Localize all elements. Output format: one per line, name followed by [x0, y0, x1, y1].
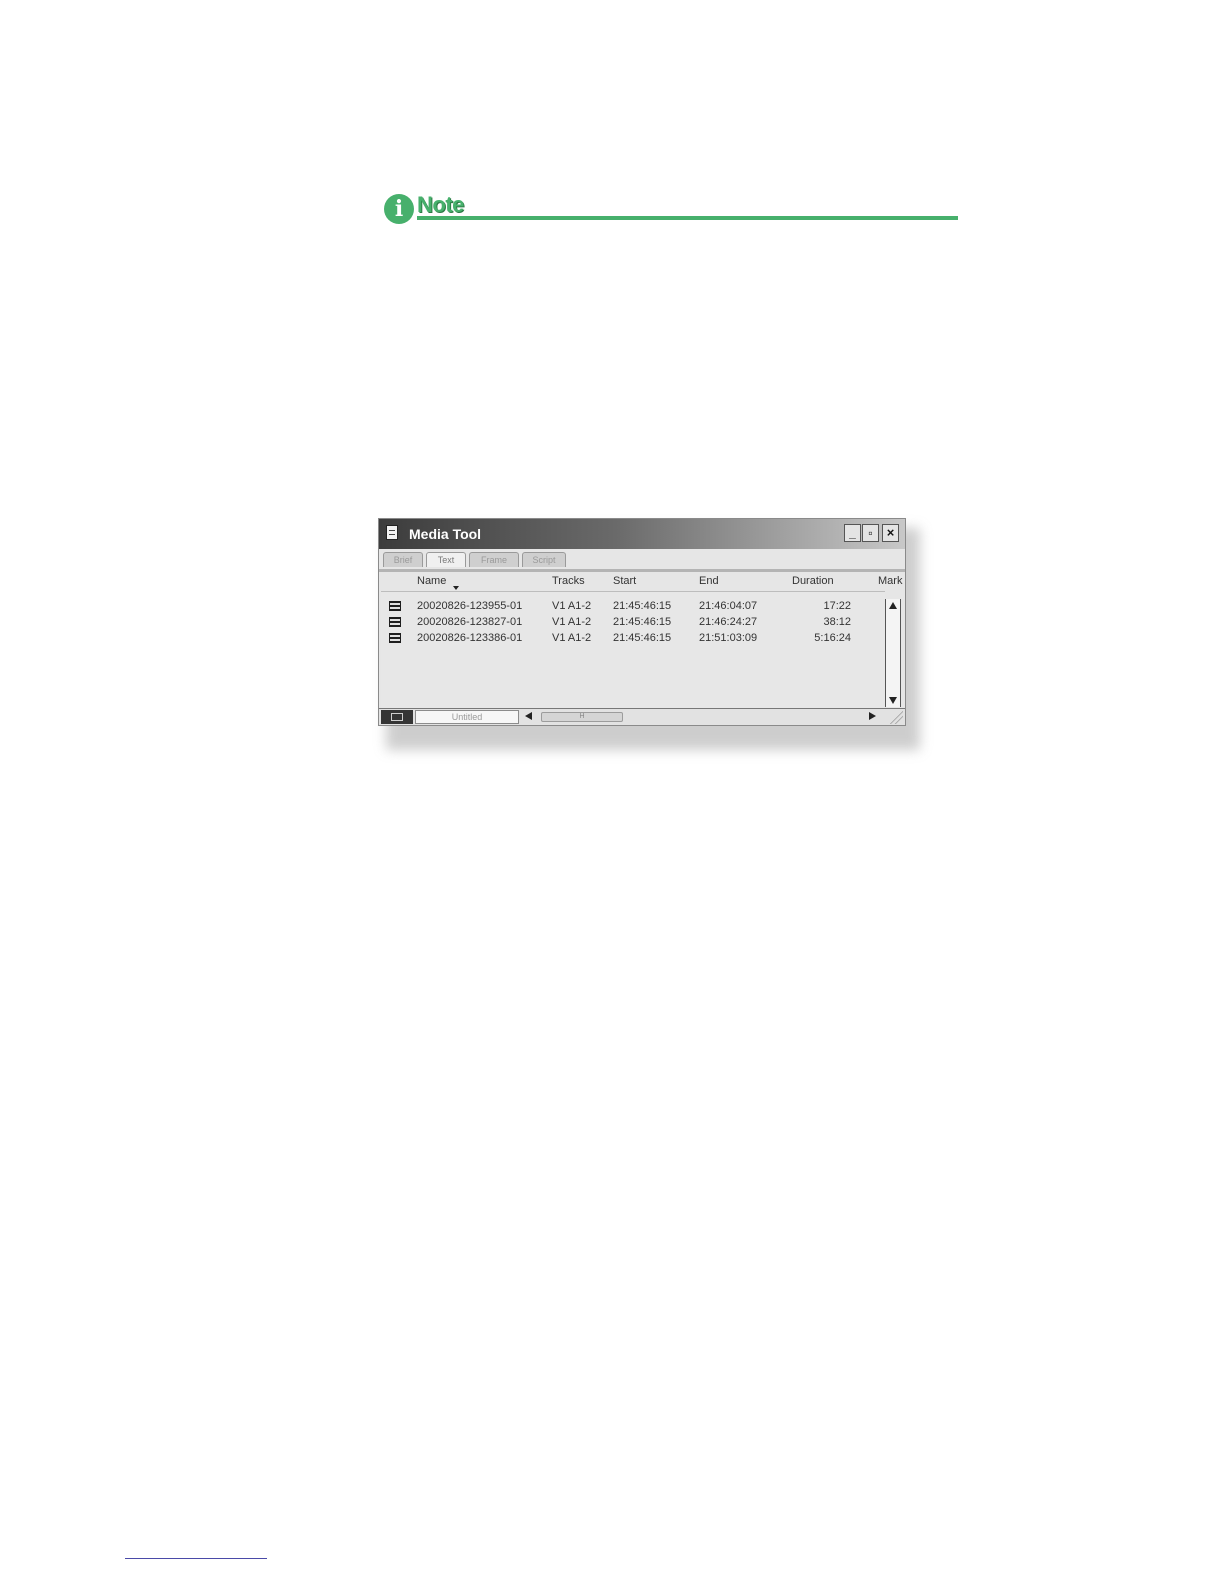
- cell-tracks: V1 A1-2: [552, 632, 592, 644]
- tab-script[interactable]: Script: [522, 552, 566, 567]
- note-rule: [417, 216, 958, 220]
- cell-end: 21:46:04:07: [699, 600, 758, 612]
- scroll-left-arrow-icon[interactable]: [525, 712, 532, 720]
- cell-tracks: V1 A1-2: [552, 616, 592, 628]
- cell-duration: 5:16:24: [814, 632, 851, 644]
- note-header: i Note: [384, 192, 958, 226]
- clip-icon: [389, 617, 401, 627]
- minimize-button[interactable]: _: [844, 524, 861, 542]
- tab-divider: [379, 569, 905, 572]
- media-tool-window: Media Tool _ ▫ × Brief Text Frame Script…: [378, 518, 906, 726]
- column-header-name[interactable]: Name: [417, 575, 446, 587]
- footnote-rule: [125, 1558, 267, 1559]
- table-row[interactable]: 20020826-123827-01 V1 A1-2 21:45:46:15 2…: [381, 614, 885, 630]
- cell-end: 21:46:24:27: [699, 616, 758, 628]
- cell-name: 20020826-123827-01: [417, 616, 523, 628]
- cell-start: 21:45:46:15: [613, 600, 672, 612]
- frame-view-icon: [391, 713, 403, 721]
- column-header-duration[interactable]: Duration: [792, 575, 834, 587]
- window-title: Media Tool: [409, 526, 482, 542]
- column-header-mark[interactable]: Mark: [878, 575, 904, 587]
- vertical-scrollbar[interactable]: [885, 599, 901, 707]
- table-row[interactable]: 20020826-123955-01 V1 A1-2 21:45:46:15 2…: [381, 598, 885, 614]
- sort-indicator-icon: [453, 586, 459, 590]
- clip-icon: [389, 601, 401, 611]
- tab-text[interactable]: Text: [426, 552, 466, 567]
- bin-view-button[interactable]: [381, 710, 413, 724]
- cell-duration: 17:22: [823, 600, 851, 612]
- cell-start: 21:45:46:15: [613, 616, 672, 628]
- document-icon: [386, 525, 398, 540]
- tab-brief[interactable]: Brief: [383, 552, 423, 567]
- column-header-row: Name Tracks Start End Duration Mark: [379, 573, 905, 590]
- column-header-tracks[interactable]: Tracks: [552, 575, 585, 587]
- cell-tracks: V1 A1-2: [552, 600, 592, 612]
- resize-grip-icon[interactable]: [889, 711, 903, 724]
- cell-start: 21:45:46:15: [613, 632, 672, 644]
- scroll-right-arrow-icon[interactable]: [869, 712, 876, 720]
- column-header-start[interactable]: Start: [613, 575, 636, 587]
- clip-icon: [389, 633, 401, 643]
- bin-name-field[interactable]: Untitled: [415, 710, 519, 724]
- maximize-button[interactable]: ▫: [862, 524, 879, 542]
- cell-end: 21:51:03:09: [699, 632, 758, 644]
- clip-list: 20020826-123955-01 V1 A1-2 21:45:46:15 2…: [381, 591, 885, 709]
- status-bar: Untitled H: [379, 708, 905, 725]
- scroll-up-arrow-icon[interactable]: [889, 602, 897, 609]
- close-button[interactable]: ×: [882, 524, 899, 542]
- info-icon: i: [384, 194, 414, 224]
- scroll-down-arrow-icon[interactable]: [889, 697, 897, 704]
- table-row[interactable]: 20020826-123386-01 V1 A1-2 21:45:46:15 2…: [381, 630, 885, 646]
- cell-duration: 38:12: [823, 616, 851, 628]
- column-header-end[interactable]: End: [699, 575, 719, 587]
- tab-frame[interactable]: Frame: [469, 552, 519, 567]
- note-label: Note: [417, 192, 464, 217]
- cell-name: 20020826-123386-01: [417, 632, 523, 644]
- window-titlebar[interactable]: Media Tool _ ▫ ×: [379, 519, 905, 549]
- cell-name: 20020826-123955-01: [417, 600, 523, 612]
- horizontal-scroll-thumb[interactable]: H: [541, 712, 623, 722]
